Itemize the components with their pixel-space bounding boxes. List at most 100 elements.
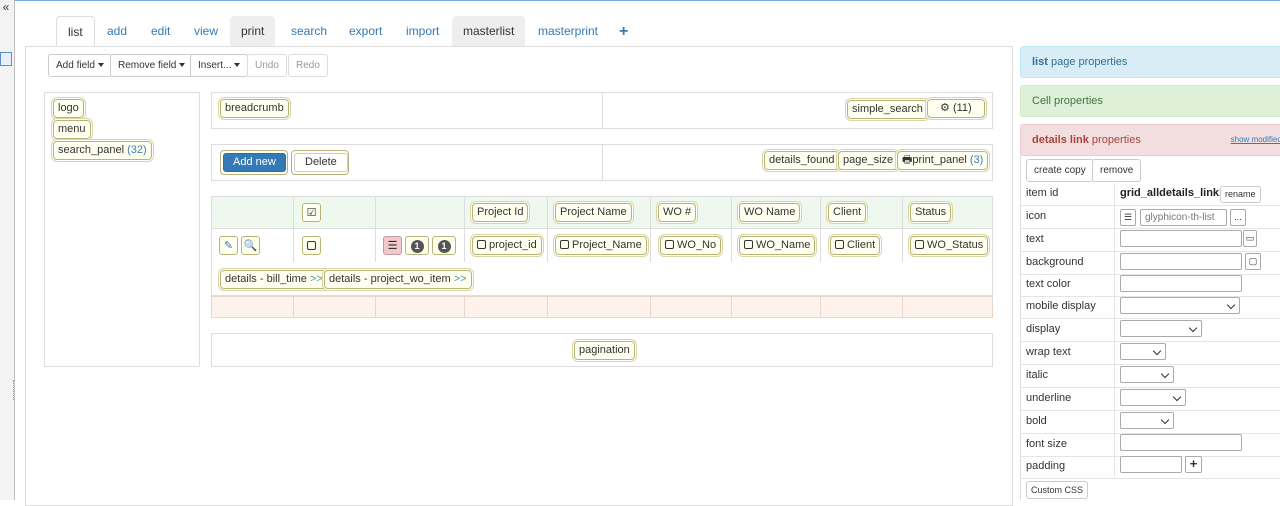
field-label: Project_Name — [572, 239, 642, 251]
details-project-wo-item[interactable]: details - project_wo_item >> — [324, 270, 472, 289]
simple-search-item[interactable]: simple_search — [847, 100, 928, 119]
col-divider — [820, 196, 821, 263]
settings-button[interactable]: ⚙ (11) — [927, 99, 985, 118]
remove-field-button[interactable]: Remove field — [110, 54, 194, 77]
field-client[interactable]: Client — [830, 236, 881, 255]
checkbox-icon — [665, 240, 674, 249]
add-tab-button[interactable]: + — [608, 16, 639, 47]
add-field-label: Add field — [56, 60, 95, 71]
details-list-button[interactable]: ☰ — [383, 236, 402, 255]
icon-input[interactable]: glyphicon-th-list — [1140, 209, 1227, 226]
delete-button[interactable]: Delete — [294, 153, 348, 172]
print-panel-item[interactable]: 🖶print_panel (3) — [897, 151, 989, 170]
count-badge: 1 — [437, 240, 451, 253]
custom-css-button[interactable]: Custom CSS — [1026, 481, 1089, 499]
header-project-name[interactable]: Project Name — [555, 203, 632, 222]
details-badge-2[interactable]: 1 — [432, 236, 456, 255]
tab-masterlist[interactable]: masterlist — [452, 16, 526, 47]
edit-button[interactable]: ✎ — [219, 236, 238, 255]
italic-select[interactable] — [1120, 366, 1174, 383]
header-client[interactable]: Client — [828, 203, 867, 222]
tab-view[interactable]: view — [183, 16, 229, 47]
show-modified-link[interactable]: show modified c — [1231, 125, 1280, 155]
gutter-marker — [0, 52, 12, 66]
col-divider — [902, 196, 903, 263]
text-input[interactable] — [1120, 230, 1242, 247]
rename-button[interactable]: rename — [1220, 186, 1261, 203]
collapse-icon[interactable]: « — [0, 0, 12, 16]
add-new-button[interactable]: Add new — [223, 153, 286, 172]
details-bill-time[interactable]: details - bill_time >> — [220, 270, 328, 289]
tab-masterprint[interactable]: masterprint — [527, 16, 609, 47]
details-badge-1[interactable]: 1 — [405, 236, 429, 255]
page-size-item[interactable]: page_size — [838, 151, 899, 170]
header-wo-name[interactable]: WO Name — [739, 203, 801, 222]
field-wo-no[interactable]: WO_No — [660, 236, 722, 255]
list-page-properties[interactable]: list page properties — [1020, 46, 1280, 78]
underline-select[interactable] — [1120, 389, 1186, 406]
checkbox-icon — [915, 240, 924, 249]
tab-export[interactable]: export — [338, 16, 393, 47]
remove-field-label: Remove field — [118, 60, 177, 71]
create-copy-button[interactable]: create copy — [1026, 159, 1094, 182]
mobile-display-select[interactable] — [1120, 297, 1240, 314]
row-checkbox[interactable] — [302, 236, 321, 255]
header-status[interactable]: Status — [910, 203, 952, 222]
field-project-name[interactable]: Project_Name — [555, 236, 647, 255]
select-all-checkbox[interactable]: ☑ — [302, 203, 321, 222]
field-wo-name[interactable]: WO_Name — [739, 236, 816, 255]
icon-picker-button[interactable]: ... — [1230, 209, 1246, 226]
details-label: details - bill_time — [225, 273, 307, 285]
tab-list[interactable]: list — [56, 16, 95, 47]
field-wo-status[interactable]: WO_Status — [910, 236, 989, 255]
resize-handle[interactable] — [13, 380, 15, 400]
menu-item[interactable]: menu — [53, 120, 91, 139]
count-badge: 1 — [410, 240, 424, 253]
bold-select[interactable] — [1120, 412, 1174, 429]
background-input[interactable] — [1120, 253, 1242, 270]
col-divider — [375, 296, 376, 318]
details-found-item[interactable]: details_found — [764, 151, 840, 170]
insert-button[interactable]: Insert... — [190, 54, 249, 77]
prop-label: display — [1026, 323, 1061, 335]
prop-label: bold — [1026, 415, 1047, 427]
col-divider — [650, 196, 651, 263]
details-link-properties[interactable]: details link properties show modified c — [1020, 124, 1280, 156]
pagination-item[interactable]: pagination — [574, 341, 635, 360]
prop-label: wrap text — [1026, 346, 1071, 358]
checkbox-icon — [477, 240, 486, 249]
header-wo-number[interactable]: WO # — [658, 203, 697, 222]
logo-item[interactable]: logo — [53, 99, 84, 118]
add-padding-button[interactable]: + — [1185, 456, 1202, 473]
text-editor-icon[interactable]: ▭ — [1243, 230, 1257, 247]
tab-edit[interactable]: edit — [140, 16, 181, 47]
field-project-id[interactable]: project_id — [472, 236, 542, 255]
insert-label: Insert... — [198, 60, 232, 71]
breadcrumb[interactable]: breadcrumb — [220, 99, 289, 118]
prop-label: italic — [1026, 369, 1049, 381]
view-button[interactable]: 🔍 — [241, 236, 260, 255]
cell-properties[interactable]: Cell properties — [1020, 85, 1280, 117]
wrap-text-select[interactable] — [1120, 343, 1166, 360]
caret-down-icon — [234, 63, 241, 68]
tab-search[interactable]: search — [280, 16, 338, 47]
add-field-button[interactable]: Add field — [48, 54, 112, 77]
undo-button[interactable]: Undo — [247, 54, 287, 77]
tab-import[interactable]: import — [395, 16, 450, 47]
checkbox-icon — [744, 240, 753, 249]
left-gutter — [0, 0, 15, 500]
text-color-input[interactable] — [1120, 275, 1242, 292]
print-panel-count: (3) — [969, 154, 984, 166]
magnifier-icon: 🔍 — [243, 240, 258, 252]
tab-print[interactable]: print — [230, 16, 276, 47]
remove-button[interactable]: remove — [1092, 159, 1142, 182]
checkbox-icon — [560, 240, 569, 249]
search-panel-item[interactable]: search_panel (32) — [53, 141, 152, 160]
font-size-input[interactable] — [1120, 434, 1242, 451]
header-project-id[interactable]: Project Id — [472, 203, 529, 222]
redo-button[interactable]: Redo — [288, 54, 328, 77]
tab-add[interactable]: add — [96, 16, 138, 47]
color-swatch-icon[interactable]: ▢ — [1245, 253, 1261, 270]
display-select[interactable] — [1120, 320, 1202, 337]
padding-input[interactable] — [1120, 456, 1182, 473]
